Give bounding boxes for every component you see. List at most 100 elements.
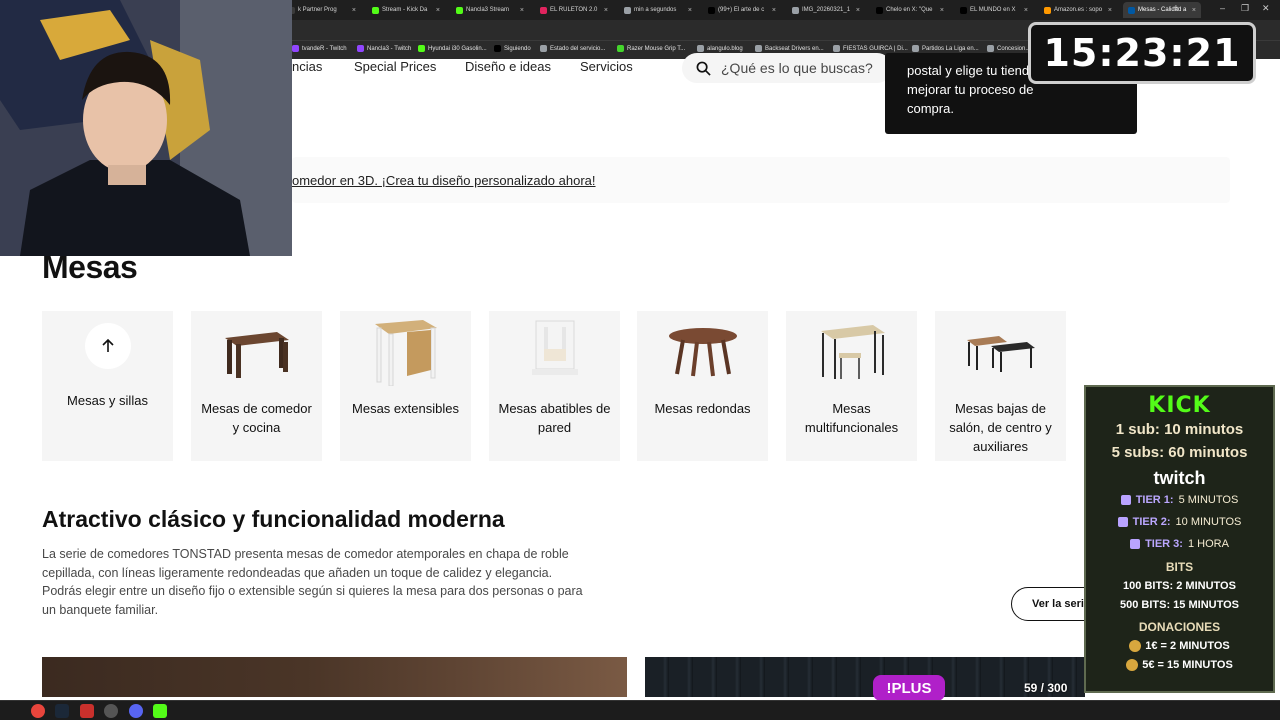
minimize-button[interactable]: –	[1220, 3, 1225, 13]
browser-tab[interactable]: (99+) El arte de c ×	[703, 2, 781, 18]
screen: k Partner Prog × Stream - Kick Da × Nancla3 …	[0, 0, 1280, 720]
tab-close-icon[interactable]: ×	[940, 7, 944, 14]
tab-close-icon[interactable]: ×	[520, 7, 524, 14]
tab-close-icon[interactable]: ×	[1024, 7, 1028, 14]
new-tab-button[interactable]: +	[1173, 3, 1179, 14]
bookmark-item[interactable]: Partidos La Liga en...	[912, 45, 979, 52]
browser-tab[interactable]: IMG_20260321_1 ×	[787, 2, 865, 18]
browser-tab[interactable]: k Partner Prog ×	[283, 2, 361, 18]
category-label: Mesas multifuncionales	[804, 401, 899, 435]
kick-line: 5 subs: 60 minutos	[1111, 444, 1248, 461]
bookmark-item[interactable]: Concesion...	[987, 45, 1030, 52]
bookmark-item[interactable]: Backseat Drivers en...	[755, 45, 824, 52]
browser-tab[interactable]: Chelo en X: "Que ×	[871, 2, 949, 18]
promo-banner: omedor en 3D. ¡Crea tu diseño personaliz…	[292, 157, 1230, 203]
recorder-icon[interactable]	[80, 704, 94, 718]
bookmark-favicon-icon	[292, 45, 299, 52]
tab-close-icon[interactable]: ×	[1108, 7, 1112, 14]
browser-tab[interactable]: Mesas - Calidad a ×	[1123, 2, 1201, 18]
section-title: Atractivo clásico y funcionalidad modern…	[42, 506, 505, 532]
bookmark-item[interactable]: tvandeR - Twitch	[292, 45, 347, 52]
browser-tab[interactable]: Amazon.es : sopo ×	[1039, 2, 1117, 18]
donations-header: DONACIONES	[1138, 620, 1221, 634]
see-series-label: Ver la seri	[1032, 598, 1084, 610]
tab-label: Stream - Kick Da	[382, 7, 428, 13]
tab-favicon-icon	[960, 6, 967, 14]
donation-text: 5€ = 15 MINUTOS	[1142, 659, 1233, 671]
tab-label: min a segundos	[634, 7, 677, 13]
category-label: Mesas de comedor y cocina	[201, 401, 312, 435]
tab-close-icon[interactable]: ×	[352, 7, 356, 14]
browser-tab[interactable]: Stream - Kick Da ×	[367, 2, 445, 18]
taskbar	[0, 700, 1280, 720]
tab-close-icon[interactable]: ×	[688, 7, 692, 14]
search-placeholder: ¿Qué es lo que buscas?	[721, 60, 873, 76]
browser-tab[interactable]: EL MUNDO en X ×	[955, 2, 1033, 18]
bookmark-favicon-icon	[987, 45, 994, 52]
promo-image-right[interactable]	[645, 657, 1085, 697]
category-card-mesas-y-sillas[interactable]: Mesas y sillas	[42, 311, 173, 461]
browser-tab[interactable]: min a segundos ×	[619, 2, 697, 18]
coffee-table-icon	[935, 311, 1066, 393]
tab-favicon-icon	[372, 6, 379, 14]
tab-close-icon[interactable]: ×	[1192, 7, 1196, 14]
bookmark-item[interactable]: Nancla3 - Twitch	[357, 45, 411, 52]
maximize-button[interactable]: ❐	[1241, 3, 1249, 14]
bookmark-favicon-icon	[697, 45, 704, 52]
category-card-redondas[interactable]: Mesas redondas	[637, 311, 768, 461]
tab-label: k Partner Prog	[298, 7, 337, 13]
chrome-icon[interactable]	[31, 704, 45, 718]
category-card-bajas[interactable]: Mesas bajas de salón, de centro y auxili…	[935, 311, 1066, 461]
bookmark-item[interactable]: Razer Mouse Grip T...	[617, 45, 685, 52]
search-input[interactable]: ¿Qué es lo que buscas?	[682, 53, 892, 83]
bookmark-item[interactable]: Siguiendo	[494, 45, 531, 52]
discord-icon[interactable]	[129, 704, 143, 718]
category-card-extensibles[interactable]: Mesas extensibles	[340, 311, 471, 461]
steam-icon[interactable]	[55, 704, 69, 718]
bookmark-label: Backseat Drivers en...	[765, 45, 824, 52]
tab-favicon-icon	[540, 6, 547, 14]
tab-close-icon[interactable]: ×	[856, 7, 860, 14]
tab-close-icon[interactable]: ×	[772, 7, 776, 14]
tier-row: TIER 2: 10 MINUTOS	[1086, 511, 1273, 533]
category-card-abatibles[interactable]: Mesas abatibles de pared	[489, 311, 620, 461]
bookmark-label: FIESTAS GUIRCA | Di...	[843, 45, 908, 52]
twitch-glitch-icon	[1117, 517, 1128, 527]
nav-item-servicios[interactable]: Servicios	[580, 59, 633, 74]
bits-line: 500 BITS: 15 MINUTOS	[1120, 599, 1239, 611]
nav-item-diseno[interactable]: Diseño e ideas	[465, 59, 551, 74]
tab-favicon-icon	[624, 6, 631, 14]
bookmark-item[interactable]: alangulo.blog	[697, 45, 743, 52]
tier-name: TIER 3:	[1145, 538, 1183, 550]
promo-link[interactable]: omedor en 3D. ¡Crea tu diseño personaliz…	[292, 173, 596, 188]
bits-header: BITS	[1165, 560, 1194, 574]
bookmark-label: tvandeR - Twitch	[302, 45, 347, 52]
bookmark-favicon-icon	[418, 45, 425, 52]
browser-tab[interactable]: Nancla3 Stream ×	[451, 2, 529, 18]
category-card-multifuncionales[interactable]: Mesas multifuncionales	[786, 311, 917, 461]
bookmark-item[interactable]: Estado del servicio...	[540, 45, 605, 52]
tab-label: Mesas - Calidad a	[1138, 7, 1187, 13]
tab-close-icon[interactable]: ×	[604, 7, 608, 14]
bookmark-item[interactable]: Hyundai i30 Gasolin...	[418, 45, 487, 52]
nav-item-ofertas[interactable]: ncias	[292, 59, 322, 74]
tier-value: 10 MINUTOS	[1175, 516, 1242, 528]
tier-name: TIER 2:	[1132, 516, 1171, 528]
streamer-video	[0, 0, 292, 256]
promo-image-left[interactable]	[42, 657, 627, 697]
kick-logo: KICK	[1148, 393, 1211, 418]
browser-tab[interactable]: EL RULETON 2.0 ×	[535, 2, 613, 18]
obs-icon[interactable]	[104, 704, 118, 718]
kick-app-icon[interactable]	[153, 704, 167, 718]
nav-item-special-prices[interactable]: Special Prices	[354, 59, 436, 74]
close-window-button[interactable]: ✕	[1262, 3, 1270, 14]
category-label: Mesas redondas	[654, 401, 751, 416]
tab-favicon-icon	[708, 6, 715, 14]
tab-close-icon[interactable]: ×	[436, 7, 440, 14]
bookmark-label: Estado del servicio...	[550, 45, 606, 52]
dining-table-icon	[191, 311, 322, 393]
category-card-comedor-cocina[interactable]: Mesas de comedor y cocina	[191, 311, 322, 461]
bookmark-item[interactable]: FIESTAS GUIRCA | Di...	[833, 45, 908, 52]
bits-line: 100 BITS: 2 MINUTOS	[1123, 580, 1236, 592]
bookmark-favicon-icon	[833, 45, 840, 52]
